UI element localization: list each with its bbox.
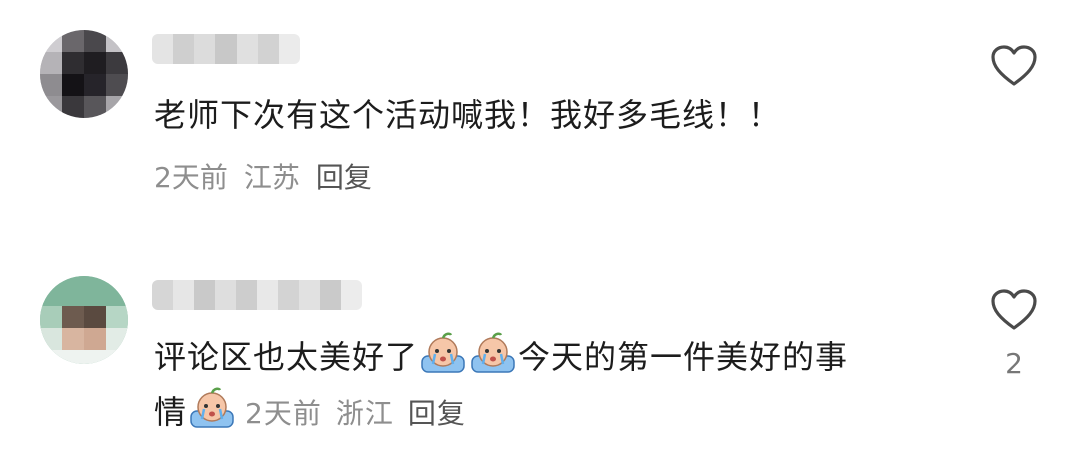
username-blurred[interactable] (152, 34, 300, 64)
comment-item: 评论区也太美好了 今天的第一件美好的事 情 2天前 浙江 回复 2 (0, 240, 1080, 461)
heart-outline-icon[interactable] (990, 288, 1038, 332)
avatar[interactable] (40, 276, 128, 364)
comment-text-part: 评论区也太美好了 (154, 338, 419, 376)
like-count: 2 (1005, 347, 1023, 380)
comment-time: 2天前 (154, 161, 228, 194)
comment-text-line1: 评论区也太美好了 今天的第一件美好的事 (154, 330, 848, 384)
reply-button[interactable]: 回复 (408, 397, 466, 430)
comment-time: 2天前 (245, 397, 322, 430)
comment-meta: 2天前 浙江 回复 (245, 397, 480, 430)
comment-location: 江苏 (243, 161, 300, 194)
comment-text: 老师下次有这个活动喊我！我好多毛线！！ (154, 96, 782, 134)
reply-button[interactable]: 回复 (316, 156, 372, 196)
comment-item: 老师下次有这个活动喊我！我好多毛线！！ 2天前 江苏 回复 (0, 0, 1080, 230)
crying-face-emoji-icon (470, 330, 516, 376)
crying-face-emoji-icon (189, 385, 235, 431)
comment-text-part: 今天的第一件美好的事 (518, 338, 849, 376)
username-blurred[interactable] (152, 280, 362, 310)
comment-meta: 2天前 江苏 回复 (154, 156, 372, 196)
comment-location: 浙江 (335, 397, 394, 430)
crying-face-emoji-icon (420, 330, 466, 376)
comment-text-part: 情 (154, 393, 188, 431)
comment-text-line2: 情 2天前 浙江 回复 (154, 385, 480, 441)
avatar[interactable] (40, 30, 128, 118)
heart-outline-icon[interactable] (990, 44, 1038, 88)
